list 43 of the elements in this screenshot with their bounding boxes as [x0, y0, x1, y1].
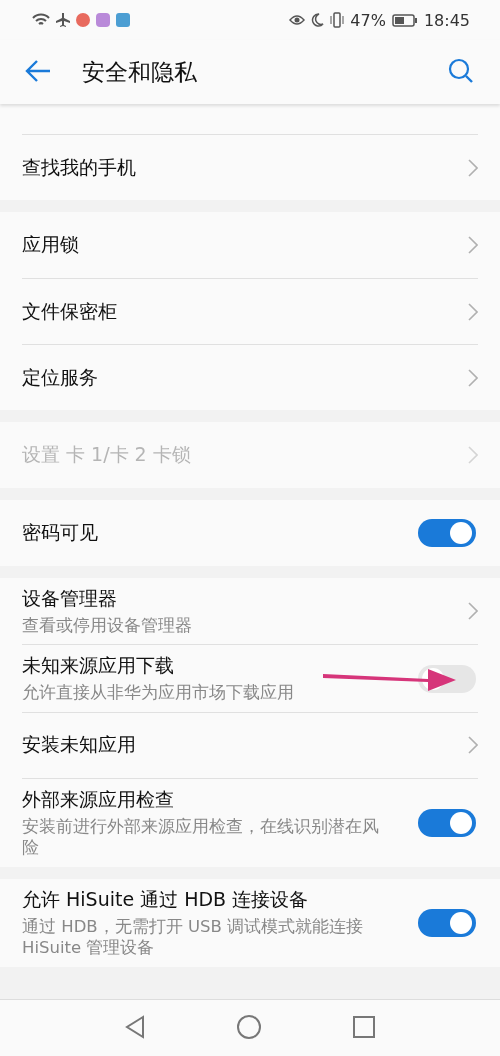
toggle-switch[interactable] [418, 808, 476, 837]
vibrate-icon [330, 12, 345, 28]
wifi-icon [32, 13, 50, 27]
setting-title: 文件保密柜 [22, 298, 118, 324]
app-notification-icon [116, 13, 130, 27]
chevron-right-icon [468, 736, 478, 755]
clock-time: 18:45 [423, 10, 470, 30]
chevron-right-icon [468, 302, 478, 321]
setting-title: 未知来源应用下载 [22, 653, 175, 679]
setting-description: 安装前进行外部来源应用检查，在线识别潜在风险 [22, 815, 380, 859]
setting-title: 密码可见 [22, 520, 99, 545]
toggle-switch[interactable] [418, 908, 476, 937]
chevron-right-icon [468, 236, 478, 254]
setting-title: 定位服务 [22, 364, 99, 390]
settings-row[interactable]: 文件保密柜 [22, 278, 478, 344]
chevron-right-icon [468, 602, 478, 621]
battery-icon [391, 13, 418, 27]
settings-row[interactable]: 设备管理器 查看或停用设备管理器 [22, 578, 478, 645]
chevron-right-icon [468, 368, 478, 387]
setting-title: 安装未知应用 [22, 732, 137, 758]
setting-title: 查找我的手机 [22, 154, 137, 180]
setting-title: 外部来源应用检查 [22, 786, 175, 812]
setting-description: 通过 HDB，无需打开 USB 调试模式就能连接 HiSuite 管理设备 [22, 915, 365, 959]
toggle-switch[interactable] [418, 519, 476, 547]
setting-description: 允许直接从非华为应用市场下载应用 [22, 682, 295, 704]
page-title: 安全和隐私 [82, 57, 198, 87]
app-notification-icon [96, 13, 110, 27]
moon-icon [311, 13, 325, 27]
battery-percent: 47% [350, 10, 386, 30]
setting-description: 查看或停用设备管理器 [22, 615, 193, 637]
settings-row[interactable]: 定位服务 [22, 344, 478, 410]
setting-title: 设备管理器 [22, 586, 118, 611]
setting-title: 允许 HiSuite 通过 HDB 连接设备 [22, 886, 310, 912]
setting-title: 设置 卡 1/卡 2 卡锁 [22, 442, 192, 467]
recents-button[interactable] [352, 1016, 375, 1041]
chevron-right-icon [468, 158, 478, 177]
app-notification-icon [76, 13, 90, 27]
settings-row[interactable]: 应用锁 [22, 212, 478, 278]
chevron-right-icon [468, 446, 478, 464]
airplane-icon [56, 13, 70, 27]
eye-icon [289, 14, 306, 26]
setting-title: 应用锁 [22, 232, 80, 257]
settings-row[interactable]: 安装未知应用 [22, 711, 478, 778]
